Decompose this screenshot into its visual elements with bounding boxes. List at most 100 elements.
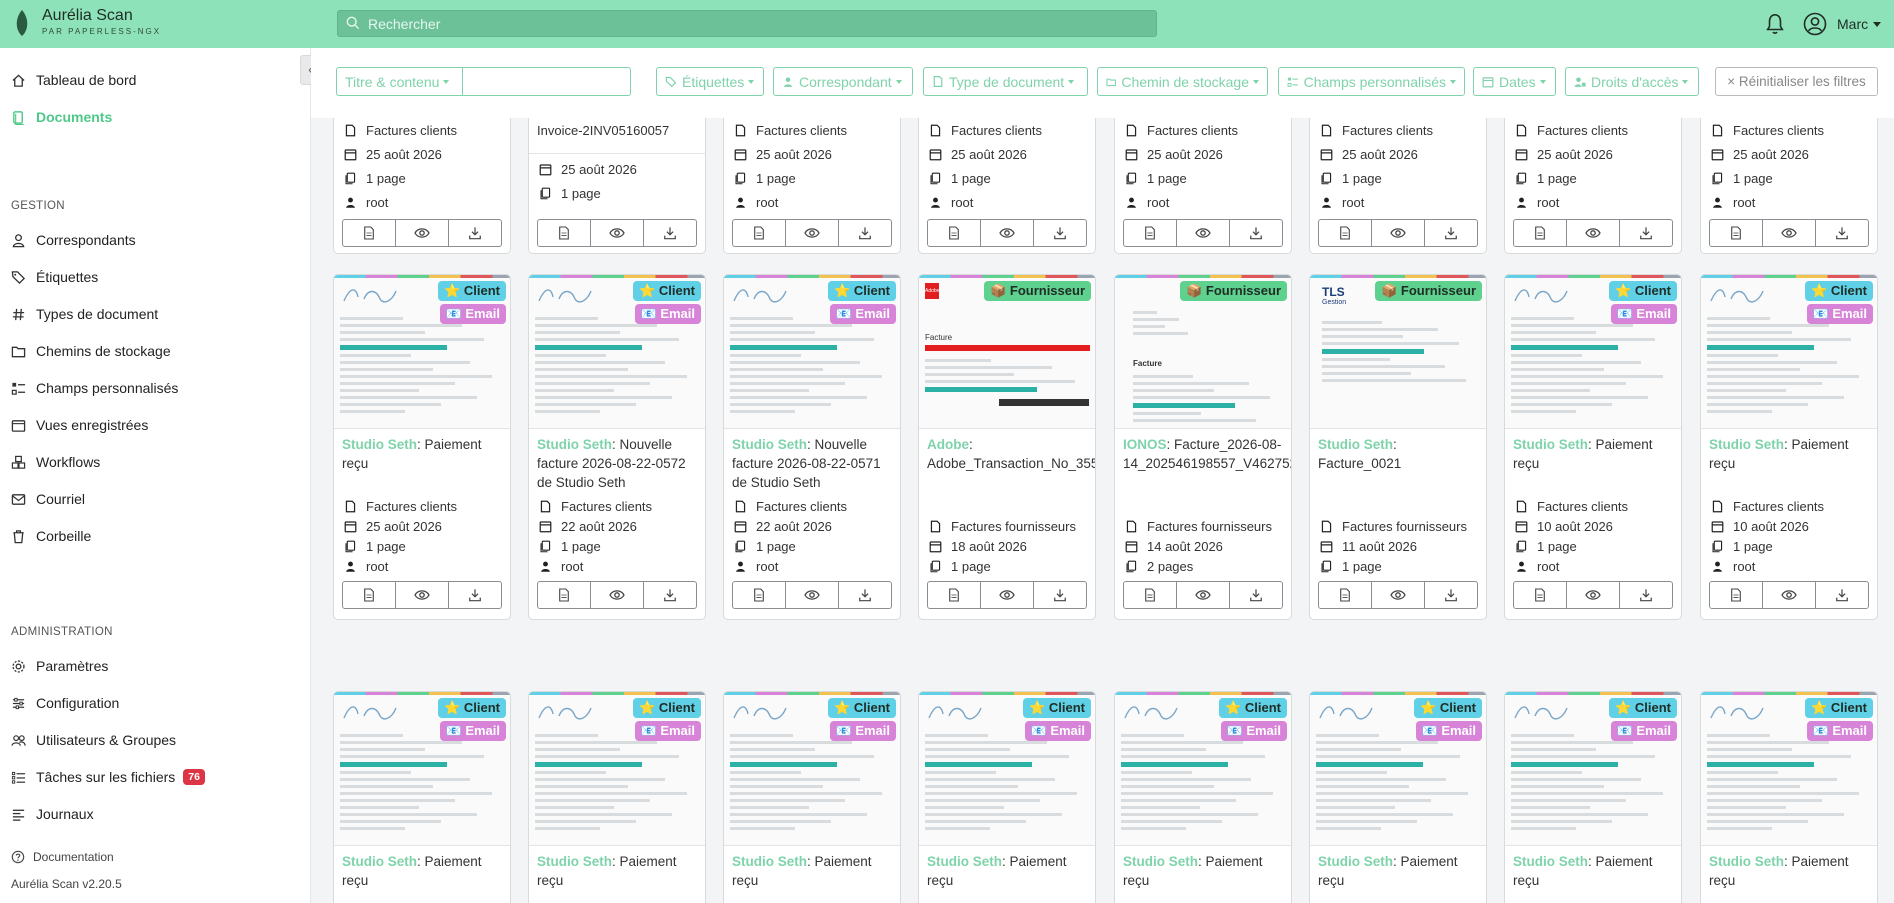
preview-button[interactable] [1372,582,1425,608]
download-button[interactable] [1425,220,1477,246]
brand[interactable]: Aurélia Scan PAR PAPERLESS-NGX [42,7,161,36]
download-button[interactable] [449,220,501,246]
document-thumbnail[interactable]: ⭐ Client 📧 Email [919,692,1095,846]
tag-fournisseur[interactable]: 📦 Fournisseur [1375,281,1482,301]
sidebar-item-custom-fields[interactable]: Champs personnalisés [11,377,178,399]
details-button[interactable] [1710,582,1763,608]
tag-client[interactable]: ⭐ Client [1219,698,1287,718]
tag-client[interactable]: ⭐ Client [438,281,506,301]
document-card[interactable]: ⭐ Client 📧 Email Studio Seth: Paiement reç… [1700,274,1878,620]
sidebar-item-logs[interactable]: Journaux [11,803,94,825]
document-thumbnail[interactable]: ⭐ Client 📧 Email [1701,692,1877,846]
sidebar-item-settings[interactable]: Paramètres [11,655,108,677]
document-thumbnail[interactable]: ⭐ Client 📧 Email [724,275,900,429]
correspondent-link[interactable]: Studio Seth [537,854,612,869]
correspondent-link[interactable]: Studio Seth [1709,854,1784,869]
tag-client[interactable]: ⭐ Client [1609,698,1677,718]
preview-button[interactable] [1372,220,1425,246]
preview-button[interactable] [786,582,839,608]
sidebar-item-configuration[interactable]: Configuration [11,692,119,714]
document-card[interactable]: ⭐ Client 📧 Email Studio Seth: Nouvelle fac… [528,274,706,620]
document-card[interactable]: ⭐ Client 📧 Email Studio Seth: Paiement reç… [333,274,511,620]
tag-email[interactable]: 📧 Email [1610,721,1677,741]
tag-client[interactable]: ⭐ Client [828,698,896,718]
correspondent-link[interactable]: IONOS [1123,437,1167,452]
preview-button[interactable] [981,582,1034,608]
tag-email[interactable]: 📧 Email [1610,304,1677,324]
tag-email[interactable]: 📧 Email [634,304,701,324]
document-thumbnail[interactable]: ⭐ Client 📧 Email [1505,275,1681,429]
preview-button[interactable] [1763,220,1816,246]
download-button[interactable] [1620,582,1672,608]
tag-email[interactable]: 📧 Email [829,721,896,741]
user-name[interactable]: Marc [1837,16,1868,32]
tag-email[interactable]: 📧 Email [1806,304,1873,324]
storage-path-filter-button[interactable]: Chemin de stockage [1097,67,1268,96]
preview-button[interactable] [1177,582,1230,608]
document-thumbnail[interactable]: ⭐ Client 📧 Email [724,692,900,846]
details-button[interactable] [343,582,396,608]
sidebar-item-file-tasks[interactable]: Tâches sur les fichiers 76 [11,766,205,788]
tag-email[interactable]: 📧 Email [1415,721,1482,741]
download-button[interactable] [449,582,501,608]
document-card[interactable]: Factures clients 25 août 2026 1 page root [1504,118,1682,254]
correspondent-link[interactable]: Studio Seth [1513,437,1588,452]
preview-button[interactable] [786,220,839,246]
sidebar-item-tags[interactable]: Étiquettes [11,266,98,288]
download-button[interactable] [1816,582,1868,608]
document-card[interactable]: Invoice-2INV05160057 25 août 2026 1 page [528,118,706,254]
details-button[interactable] [1124,220,1177,246]
tag-client[interactable]: ⭐ Client [438,698,506,718]
document-card[interactable]: Adobe Facture 📦 Fournisseur Adobe: Adobe_Tr… [918,274,1096,620]
correspondent-link[interactable]: Studio Seth [1123,854,1198,869]
details-button[interactable] [928,582,981,608]
document-card[interactable]: ⭐ Client 📧 Email Studio Seth: Paiement reç… [1504,274,1682,620]
title-content-dropdown[interactable]: Titre & contenu [336,67,463,96]
document-thumbnail[interactable]: ⭐ Client 📧 Email [334,692,510,846]
correspondent-link[interactable]: Studio Seth [537,437,612,452]
download-button[interactable] [1230,220,1282,246]
sidebar-item-dashboard[interactable]: Tableau de bord [11,69,136,91]
document-card[interactable]: ⭐ Client 📧 Email Studio Seth: Paiement reç… [1700,691,1878,903]
details-button[interactable] [1514,582,1567,608]
document-card[interactable]: Factures clients 25 août 2026 1 page root [723,118,901,254]
chevron-down-icon[interactable] [1873,22,1881,27]
document-card[interactable]: TLS Gestion 📦 Fournisseur Studio Seth: Fact… [1309,274,1487,620]
document-card[interactable]: ⭐ Client 📧 Email Studio Seth: Paiement reç… [918,691,1096,903]
tag-email[interactable]: 📧 Email [1806,721,1873,741]
sidebar-item-workflows[interactable]: Workflows [11,451,100,473]
tag-client[interactable]: ⭐ Client [633,698,701,718]
correspondent-link[interactable]: Studio Seth [927,854,1002,869]
document-thumbnail[interactable]: ⭐ Client 📧 Email [1505,692,1681,846]
download-button[interactable] [644,220,696,246]
details-button[interactable] [928,220,981,246]
details-button[interactable] [1319,220,1372,246]
sidebar-item-document-types[interactable]: Types de document [11,303,158,325]
document-card[interactable]: ⭐ Client 📧 Email Studio Seth: Paiement reç… [1309,691,1487,903]
preview-button[interactable] [591,220,644,246]
download-button[interactable] [1425,582,1477,608]
document-card[interactable]: ⭐ Client 📧 Email Studio Seth: Paiement reç… [723,691,901,903]
document-thumbnail[interactable]: ⭐ Client 📧 Email [529,275,705,429]
correspondent-link[interactable]: Studio Seth [732,854,807,869]
sidebar-item-mail[interactable]: Courriel [11,488,85,510]
correspondent-link[interactable]: Studio Seth [1318,437,1393,452]
details-button[interactable] [733,582,786,608]
tag-client[interactable]: ⭐ Client [1414,698,1482,718]
download-button[interactable] [1230,582,1282,608]
download-button[interactable] [1620,220,1672,246]
correspondent-filter-button[interactable]: Correspondant [773,67,913,96]
sidebar-item-storage-paths[interactable]: Chemins de stockage [11,340,171,362]
sidebar-item-correspondents[interactable]: Correspondants [11,229,136,251]
document-thumbnail[interactable]: ⭐ Client 📧 Email [1701,275,1877,429]
document-thumbnail[interactable]: Facture 📦 Fournisseur [1115,275,1291,429]
correspondent-link[interactable]: Adobe [927,437,969,452]
document-thumbnail[interactable]: ⭐ Client 📧 Email [529,692,705,846]
tag-client[interactable]: ⭐ Client [1023,698,1091,718]
download-button[interactable] [839,582,891,608]
document-card[interactable]: Factures clients 25 août 2026 1 page root [1700,118,1878,254]
correspondent-link[interactable]: Studio Seth [1318,854,1393,869]
tag-client[interactable]: ⭐ Client [1805,698,1873,718]
details-button[interactable] [538,220,591,246]
details-button[interactable] [538,582,591,608]
